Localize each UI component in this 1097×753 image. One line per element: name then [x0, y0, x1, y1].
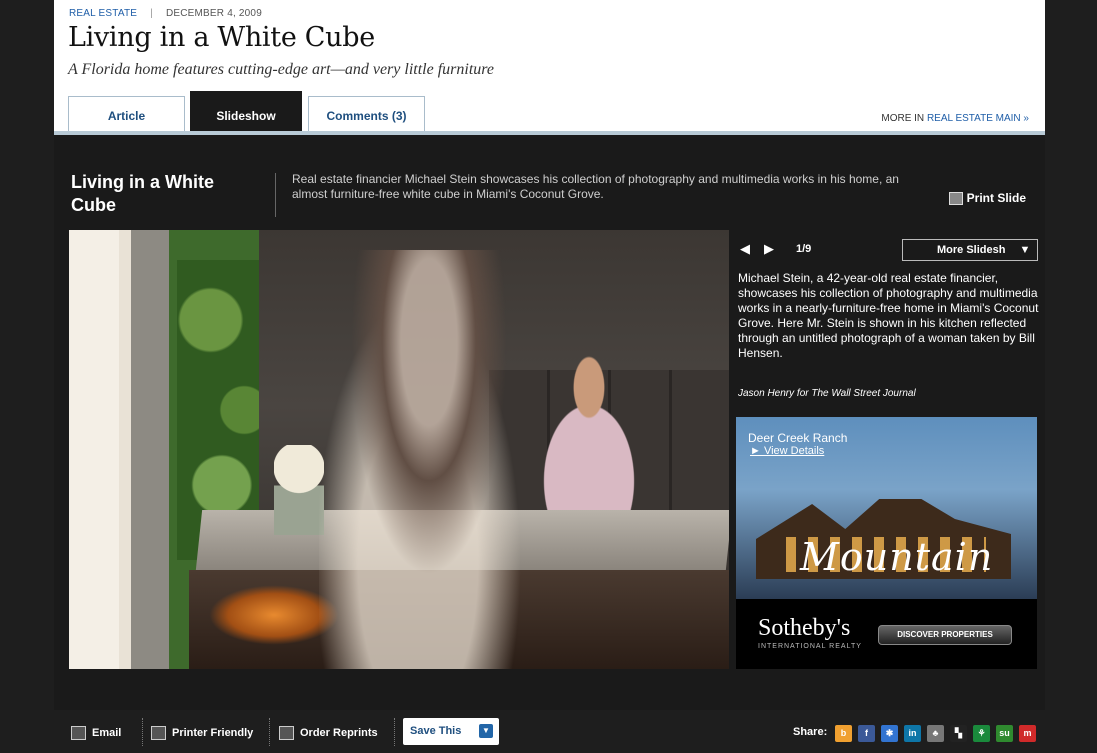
- discover-properties-button[interactable]: DISCOVER PROPERTIES: [878, 625, 1012, 645]
- myspace-icon[interactable]: ♣: [927, 725, 944, 742]
- delicious2-icon[interactable]: ▚: [950, 725, 967, 742]
- more-slideshows-label: More Slidesh: [937, 244, 1006, 256]
- tab-comments[interactable]: Comments (3): [308, 96, 425, 133]
- slideshow-divider: [275, 173, 276, 217]
- share-label: Share:: [793, 726, 828, 738]
- meta-separator: |: [150, 8, 153, 19]
- email-button[interactable]: Email: [71, 726, 121, 740]
- slide-caption: Michael Stein, a 42-year-old real estate…: [738, 271, 1039, 360]
- printer-friendly-icon: [151, 726, 166, 740]
- chevron-down-icon: ▼: [1017, 240, 1033, 260]
- toolbar-divider: [142, 718, 143, 746]
- more-in-section: MORE IN REAL ESTATE MAIN »: [881, 113, 1029, 124]
- slide-photo[interactable]: [69, 230, 729, 669]
- stumbleupon-icon[interactable]: su: [996, 725, 1013, 742]
- more-slideshows-dropdown[interactable]: More Slidesh ▼: [902, 239, 1038, 261]
- reprints-icon: [279, 726, 294, 740]
- ad-brand-logo: Sotheby's: [758, 615, 851, 641]
- photo-credit: Jason Henry for The Wall Street Journal: [738, 388, 916, 399]
- previous-slide-icon[interactable]: ◀: [740, 241, 750, 257]
- tab-article[interactable]: Article: [68, 96, 185, 133]
- order-reprints-label: Order Reprints: [300, 727, 378, 739]
- save-this-label: Save This: [410, 725, 462, 737]
- share-icons: b f ✱ in ♣ ▚ ⚘ su m: [835, 725, 1036, 742]
- facebook-icon[interactable]: f: [858, 725, 875, 742]
- email-label: Email: [92, 727, 122, 739]
- article-meta: REAL ESTATE | DECEMBER 4, 2009: [69, 8, 262, 19]
- buzz-icon[interactable]: b: [835, 725, 852, 742]
- mixx-icon[interactable]: m: [1019, 725, 1036, 742]
- more-in-prefix: MORE IN: [881, 113, 927, 124]
- ad-brand-sub: INTERNATIONAL REALTY: [758, 643, 862, 650]
- slideshow-title: Living in a White Cube: [71, 172, 214, 215]
- slideshow-description: Real estate financier Michael Stein show…: [292, 172, 899, 201]
- photo-woman-reflection: [319, 250, 539, 669]
- order-reprints-button[interactable]: Order Reprints: [279, 726, 378, 740]
- article-header: REAL ESTATE | DECEMBER 4, 2009 Living in…: [54, 0, 1045, 135]
- category-link[interactable]: REAL ESTATE: [69, 8, 137, 19]
- printer-friendly-label: Printer Friendly: [172, 727, 254, 739]
- article-toolbar: Email Printer Friendly Order Reprints Sa…: [54, 710, 1045, 753]
- ad-ranch-name: Deer Creek Ranch: [748, 431, 848, 445]
- sothebys-ad[interactable]: Deer Creek Ranch ► View Details Mountain…: [736, 417, 1037, 669]
- chevron-down-icon[interactable]: ▼: [479, 724, 493, 738]
- slide-nav: ◀ ▶ 1/9: [740, 241, 811, 257]
- delicious-icon[interactable]: ✱: [881, 725, 898, 742]
- print-slide-label: Print Slide: [966, 191, 1026, 205]
- ad-view-details-link[interactable]: ► View Details: [750, 445, 824, 457]
- slide-counter: 1/9: [796, 243, 812, 255]
- tab-slideshow[interactable]: Slideshow: [190, 91, 302, 133]
- real-estate-main-link[interactable]: REAL ESTATE MAIN »: [927, 113, 1029, 124]
- ad-headline: Mountain: [800, 535, 994, 579]
- toolbar-divider: [269, 718, 270, 746]
- linkedin-icon[interactable]: in: [904, 725, 921, 742]
- next-slide-icon[interactable]: ▶: [764, 241, 774, 257]
- page-title: Living in a White Cube: [68, 22, 375, 53]
- yahoo-buzz-icon[interactable]: ⚘: [973, 725, 990, 742]
- printer-icon: [948, 191, 963, 205]
- print-slide-button[interactable]: Print Slide: [948, 191, 1026, 205]
- page: REAL ESTATE | DECEMBER 4, 2009 Living in…: [54, 0, 1045, 753]
- photo-flower-vase: [274, 445, 324, 535]
- printer-friendly-button[interactable]: Printer Friendly: [151, 726, 253, 740]
- article-date: DECEMBER 4, 2009: [165, 8, 262, 19]
- save-this-button[interactable]: Save This ▼: [403, 718, 499, 745]
- slideshow-panel: Living in a White Cube Real estate finan…: [54, 135, 1045, 710]
- toolbar-divider: [394, 718, 395, 746]
- article-dek: A Florida home features cutting-edge art…: [68, 61, 495, 78]
- email-icon: [71, 726, 86, 740]
